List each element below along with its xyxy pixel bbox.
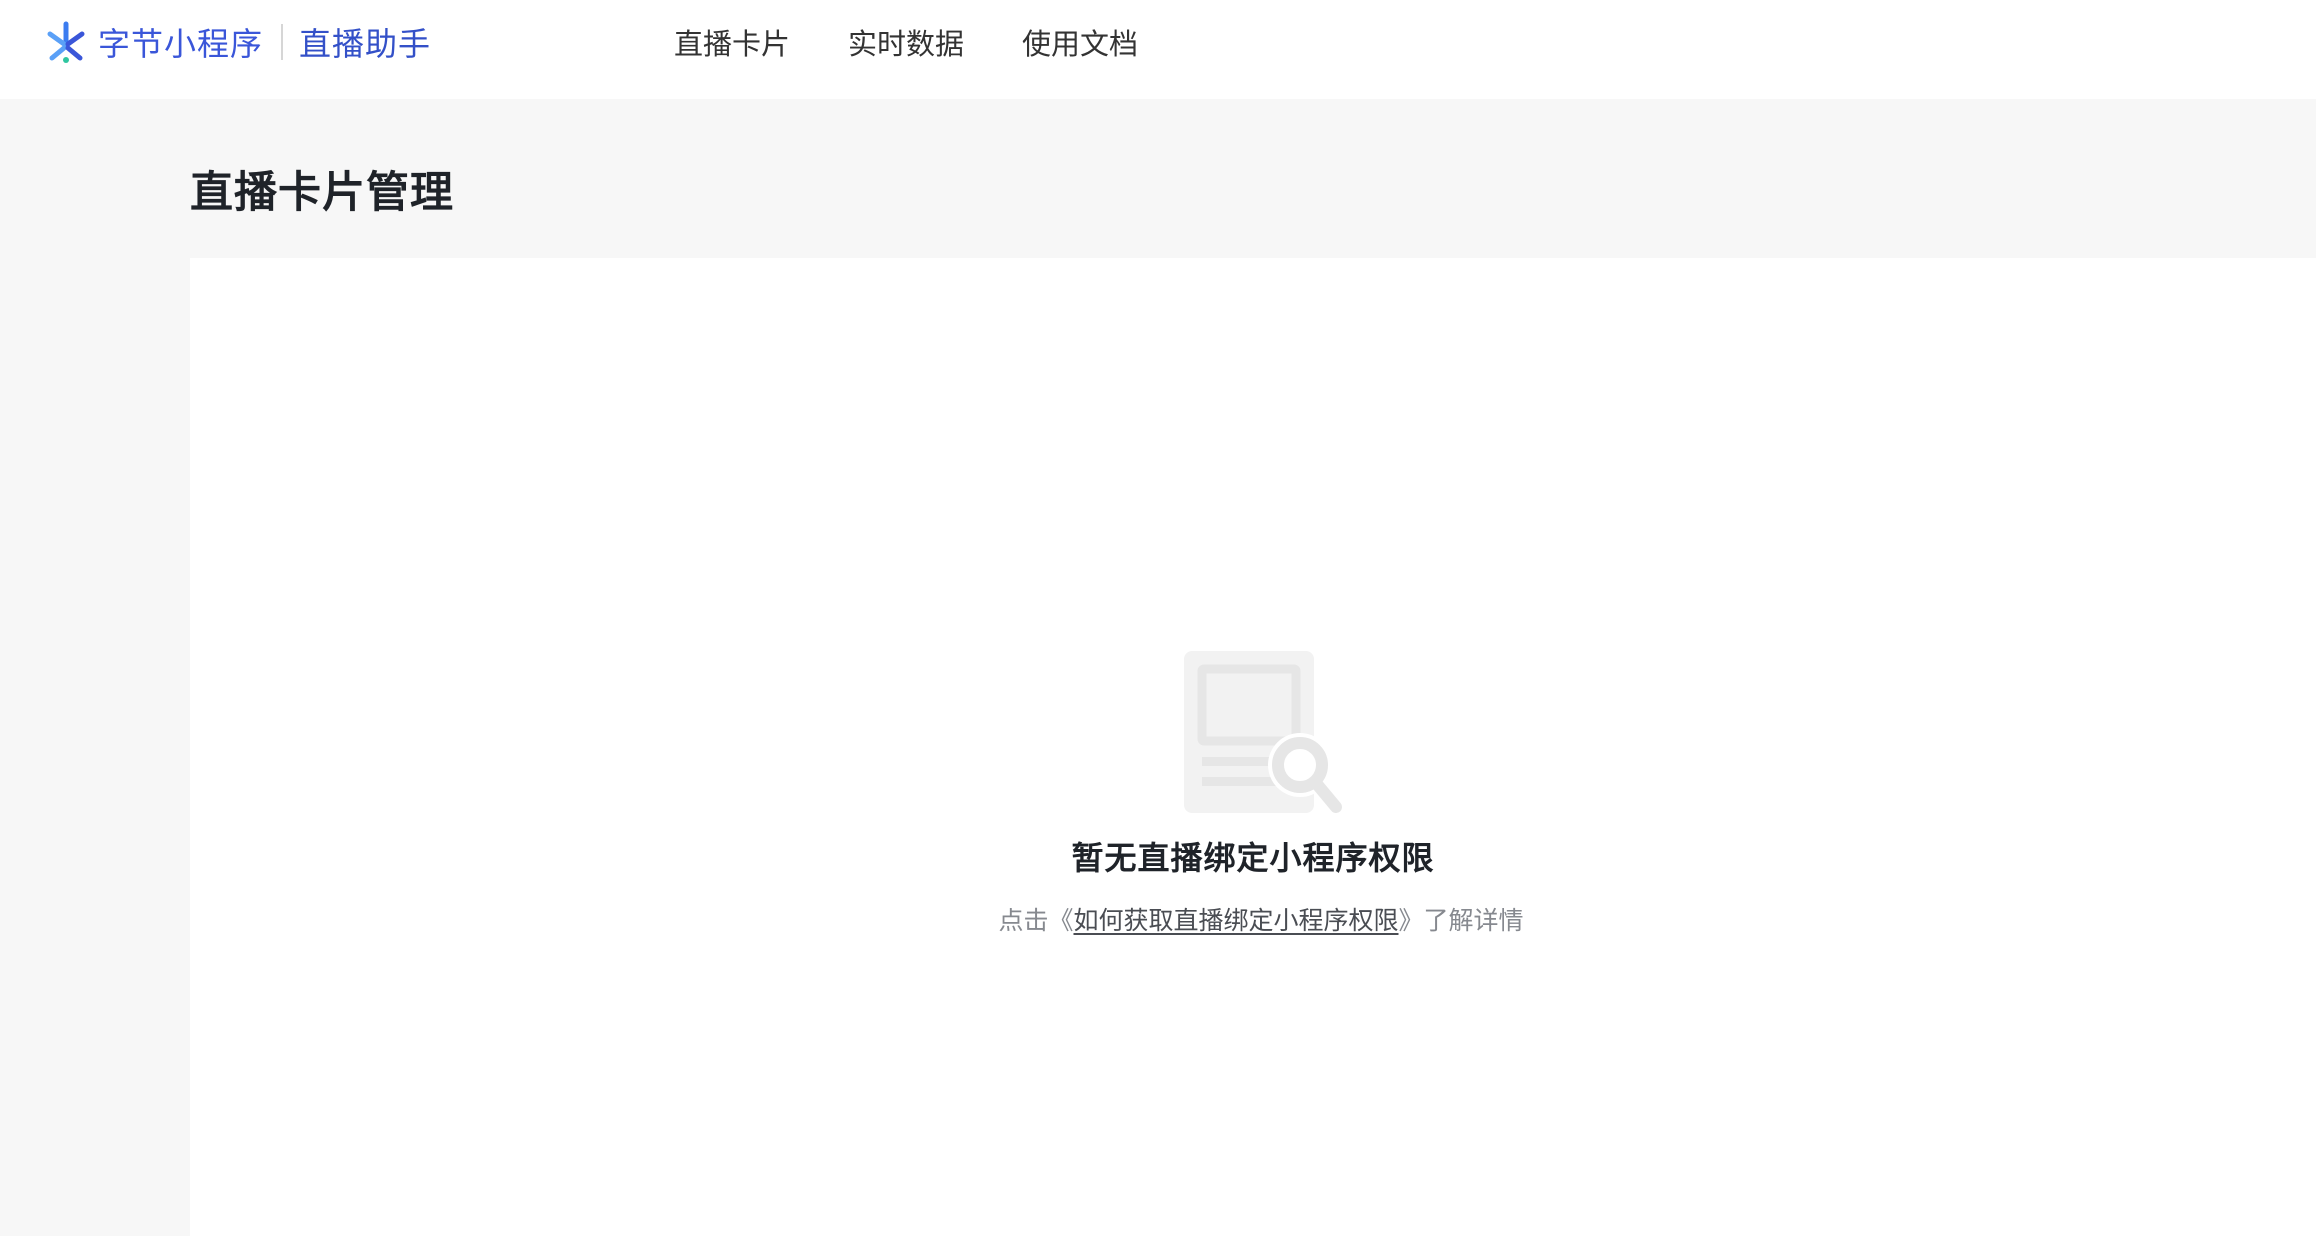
empty-state-title: 暂无直播绑定小程序权限 [1071, 839, 1435, 877]
empty-state: 暂无直播绑定小程序权限 点击《如何获取直播绑定小程序权限》了解详情 [190, 643, 2316, 937]
empty-state-description: 点击《如何获取直播绑定小程序权限》了解详情 [198, 901, 2316, 937]
brand-name: 字节小程序 [98, 25, 264, 63]
nav-item-docs[interactable]: 使用文档 [1022, 21, 1138, 63]
bytedance-miniapp-logo-icon [47, 21, 85, 63]
main-nav: 直播卡片 实时数据 使用文档 [674, 18, 1196, 66]
nav-item-live-cards[interactable]: 直播卡片 [674, 21, 790, 63]
product-name: 直播助手 [299, 25, 432, 63]
empty-desc-suffix: 》了解详情 [1398, 906, 1524, 935]
permission-help-link[interactable]: 如何获取直播绑定小程序权限 [1073, 906, 1398, 935]
top-header: 字节小程序 直播助手 直播卡片 实时数据 使用文档 [0, 0, 2316, 99]
empty-desc-prefix: 点击《 [998, 906, 1074, 935]
page-title: 直播卡片管理 [190, 168, 454, 218]
content-card: 暂无直播绑定小程序权限 点击《如何获取直播绑定小程序权限》了解详情 [190, 258, 2316, 1236]
brand-divider [281, 24, 284, 60]
nav-item-realtime-data[interactable]: 实时数据 [848, 21, 964, 63]
document-search-icon [1184, 651, 1342, 813]
brand[interactable]: 字节小程序 直播助手 [42, 18, 431, 66]
